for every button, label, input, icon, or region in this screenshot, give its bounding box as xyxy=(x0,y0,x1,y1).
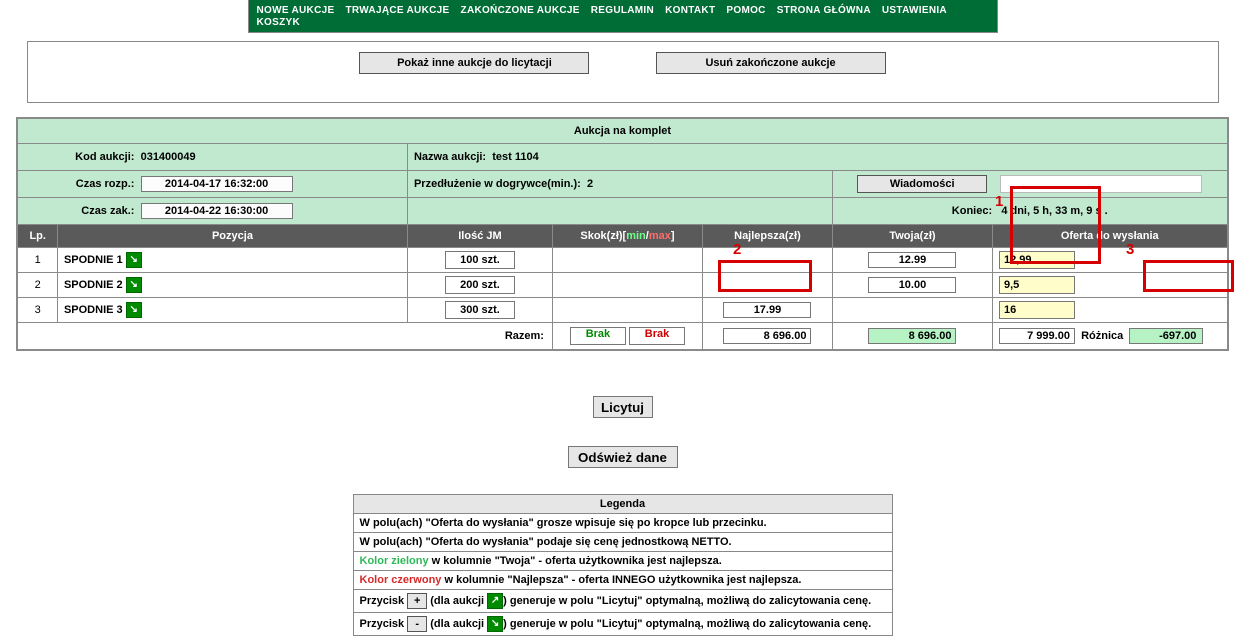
kod-label: Kod aukcji: xyxy=(24,151,134,163)
legend-l5: Przycisk + (dla aukcji ↗) generuje w pol… xyxy=(353,590,892,613)
sum-twoja: 8 696.00 xyxy=(868,328,956,344)
nav-pomoc[interactable]: POMOC xyxy=(722,5,769,16)
nav-trwajace[interactable]: TRWAJĄCE AUKCJE xyxy=(342,5,454,16)
row3-lp: 3 xyxy=(17,298,57,323)
hdr-pozycja: Pozycja xyxy=(57,225,407,248)
nav-regulamin[interactable]: REGULAMIN xyxy=(587,5,658,16)
row1-offer-input[interactable] xyxy=(999,251,1075,269)
legend-l1: W polu(ach) "Oferta do wysłania" grosze … xyxy=(353,514,892,533)
legend-l6: Przycisk - (dla aukcji ↘) generuje w pol… xyxy=(353,613,892,636)
legend-l4: Kolor czerwony w kolumnie "Najlepsza" - … xyxy=(353,571,892,590)
row2-poz: SPODNIE 2 xyxy=(64,279,123,291)
razem-label: Razem: xyxy=(17,323,552,351)
hdr-ilosc: Ilość JM xyxy=(407,225,552,248)
auction-title: Aukcja na komplet xyxy=(17,118,1227,144)
row1-poz: SPODNIE 1 xyxy=(64,254,123,266)
kod-value: 031400049 xyxy=(141,151,196,163)
sum-oferta: 7 999.00 xyxy=(999,328,1075,344)
row1-qty[interactable]: 100 szt. xyxy=(445,251,515,269)
row2-offer-input[interactable] xyxy=(999,276,1075,294)
top-nav: NOWE AUKCJE TRWAJĄCE AUKCJE ZAKOŃCZONE A… xyxy=(248,0,998,33)
arrow-down-icon[interactable]: ↘ xyxy=(126,252,142,268)
legend-table: Legenda W polu(ach) "Oferta do wysłania"… xyxy=(353,494,893,636)
hdr-skok: Skok(zł)[min/max] xyxy=(552,225,702,248)
row3-najlepsza: 17.99 xyxy=(723,302,811,318)
roznica-label: Różnica xyxy=(1081,330,1123,342)
arrow-down-icon: ↘ xyxy=(487,616,503,632)
nav-zakonczone[interactable]: ZAKOŃCZONE AUKCJE xyxy=(457,5,584,16)
auction-table: Aukcja na komplet Kod aukcji: 031400049 … xyxy=(16,117,1228,351)
remove-finished-button[interactable]: Usuń zakończone aukcje xyxy=(656,52,886,74)
legend-l2: W polu(ach) "Oferta do wysłania" podaje … xyxy=(353,533,892,552)
sum-najlepsza: 8 696.00 xyxy=(723,328,811,344)
row3-qty[interactable]: 300 szt. xyxy=(445,301,515,319)
messages-field xyxy=(1000,175,1202,193)
nav-glowna[interactable]: STRONA GŁÓWNA xyxy=(773,5,875,16)
row2-qty[interactable]: 200 szt. xyxy=(445,276,515,294)
nav-koszyk[interactable]: KOSZYK xyxy=(253,17,304,28)
show-other-button[interactable]: Pokaż inne aukcje do licytacji xyxy=(359,52,589,74)
nav-nowe[interactable]: NOWE AUKCJE xyxy=(253,5,339,16)
plus-button[interactable]: + xyxy=(407,593,427,609)
arrow-down-icon[interactable]: ↘ xyxy=(126,302,142,318)
hdr-najlepsza: Najlepsza(zł) xyxy=(702,225,832,248)
arrow-up-icon: ↗ xyxy=(487,593,503,609)
row1-lp: 1 xyxy=(17,248,57,273)
row1-twoja: 12.99 xyxy=(868,252,956,268)
zak-value: 2014-04-22 16:30:00 xyxy=(141,203,293,219)
licytuj-button[interactable]: Licytuj xyxy=(593,396,653,418)
hdr-twoja: Twoja(zł) xyxy=(832,225,992,248)
messages-button[interactable]: Wiadomości xyxy=(857,175,987,193)
arrow-down-icon[interactable]: ↘ xyxy=(126,277,142,293)
top-panel: Pokaż inne aukcje do licytacji Usuń zako… xyxy=(27,41,1219,103)
nav-kontakt[interactable]: KONTAKT xyxy=(661,5,719,16)
legend-l3: Kolor zielony w kolumnie "Twoja" - ofert… xyxy=(353,552,892,571)
row3-poz: SPODNIE 3 xyxy=(64,304,123,316)
zak-label: Czas zak.: xyxy=(24,205,134,217)
nazwa-label: Nazwa aukcji: xyxy=(414,151,486,163)
row3-offer-input[interactable] xyxy=(999,301,1075,319)
brak-min: Brak xyxy=(570,327,626,345)
koniec-value: 4 dni, 5 h, 33 m, 9 s . xyxy=(1001,205,1107,217)
row2-lp: 2 xyxy=(17,273,57,298)
brak-max: Brak xyxy=(629,327,685,345)
odswiez-button[interactable]: Odśwież dane xyxy=(568,446,678,468)
row2-twoja: 10.00 xyxy=(868,277,956,293)
rozp-label: Czas rozp.: xyxy=(24,178,134,190)
rozp-value: 2014-04-17 16:32:00 xyxy=(141,176,293,192)
koniec-label: Koniec: xyxy=(952,205,992,217)
roznica-value: -697.00 xyxy=(1129,328,1203,344)
minus-button[interactable]: - xyxy=(407,616,427,632)
legend-title: Legenda xyxy=(353,495,892,514)
hdr-lp: Lp. xyxy=(17,225,57,248)
nazwa-value: test 1104 xyxy=(492,151,538,163)
hdr-oferta: Oferta do wysłania xyxy=(992,225,1227,248)
przed-label: Przedłużenie w dogrywce(min.): xyxy=(414,178,581,190)
nav-ustawienia[interactable]: USTAWIENIA xyxy=(878,5,951,16)
przed-value: 2 xyxy=(587,178,593,190)
